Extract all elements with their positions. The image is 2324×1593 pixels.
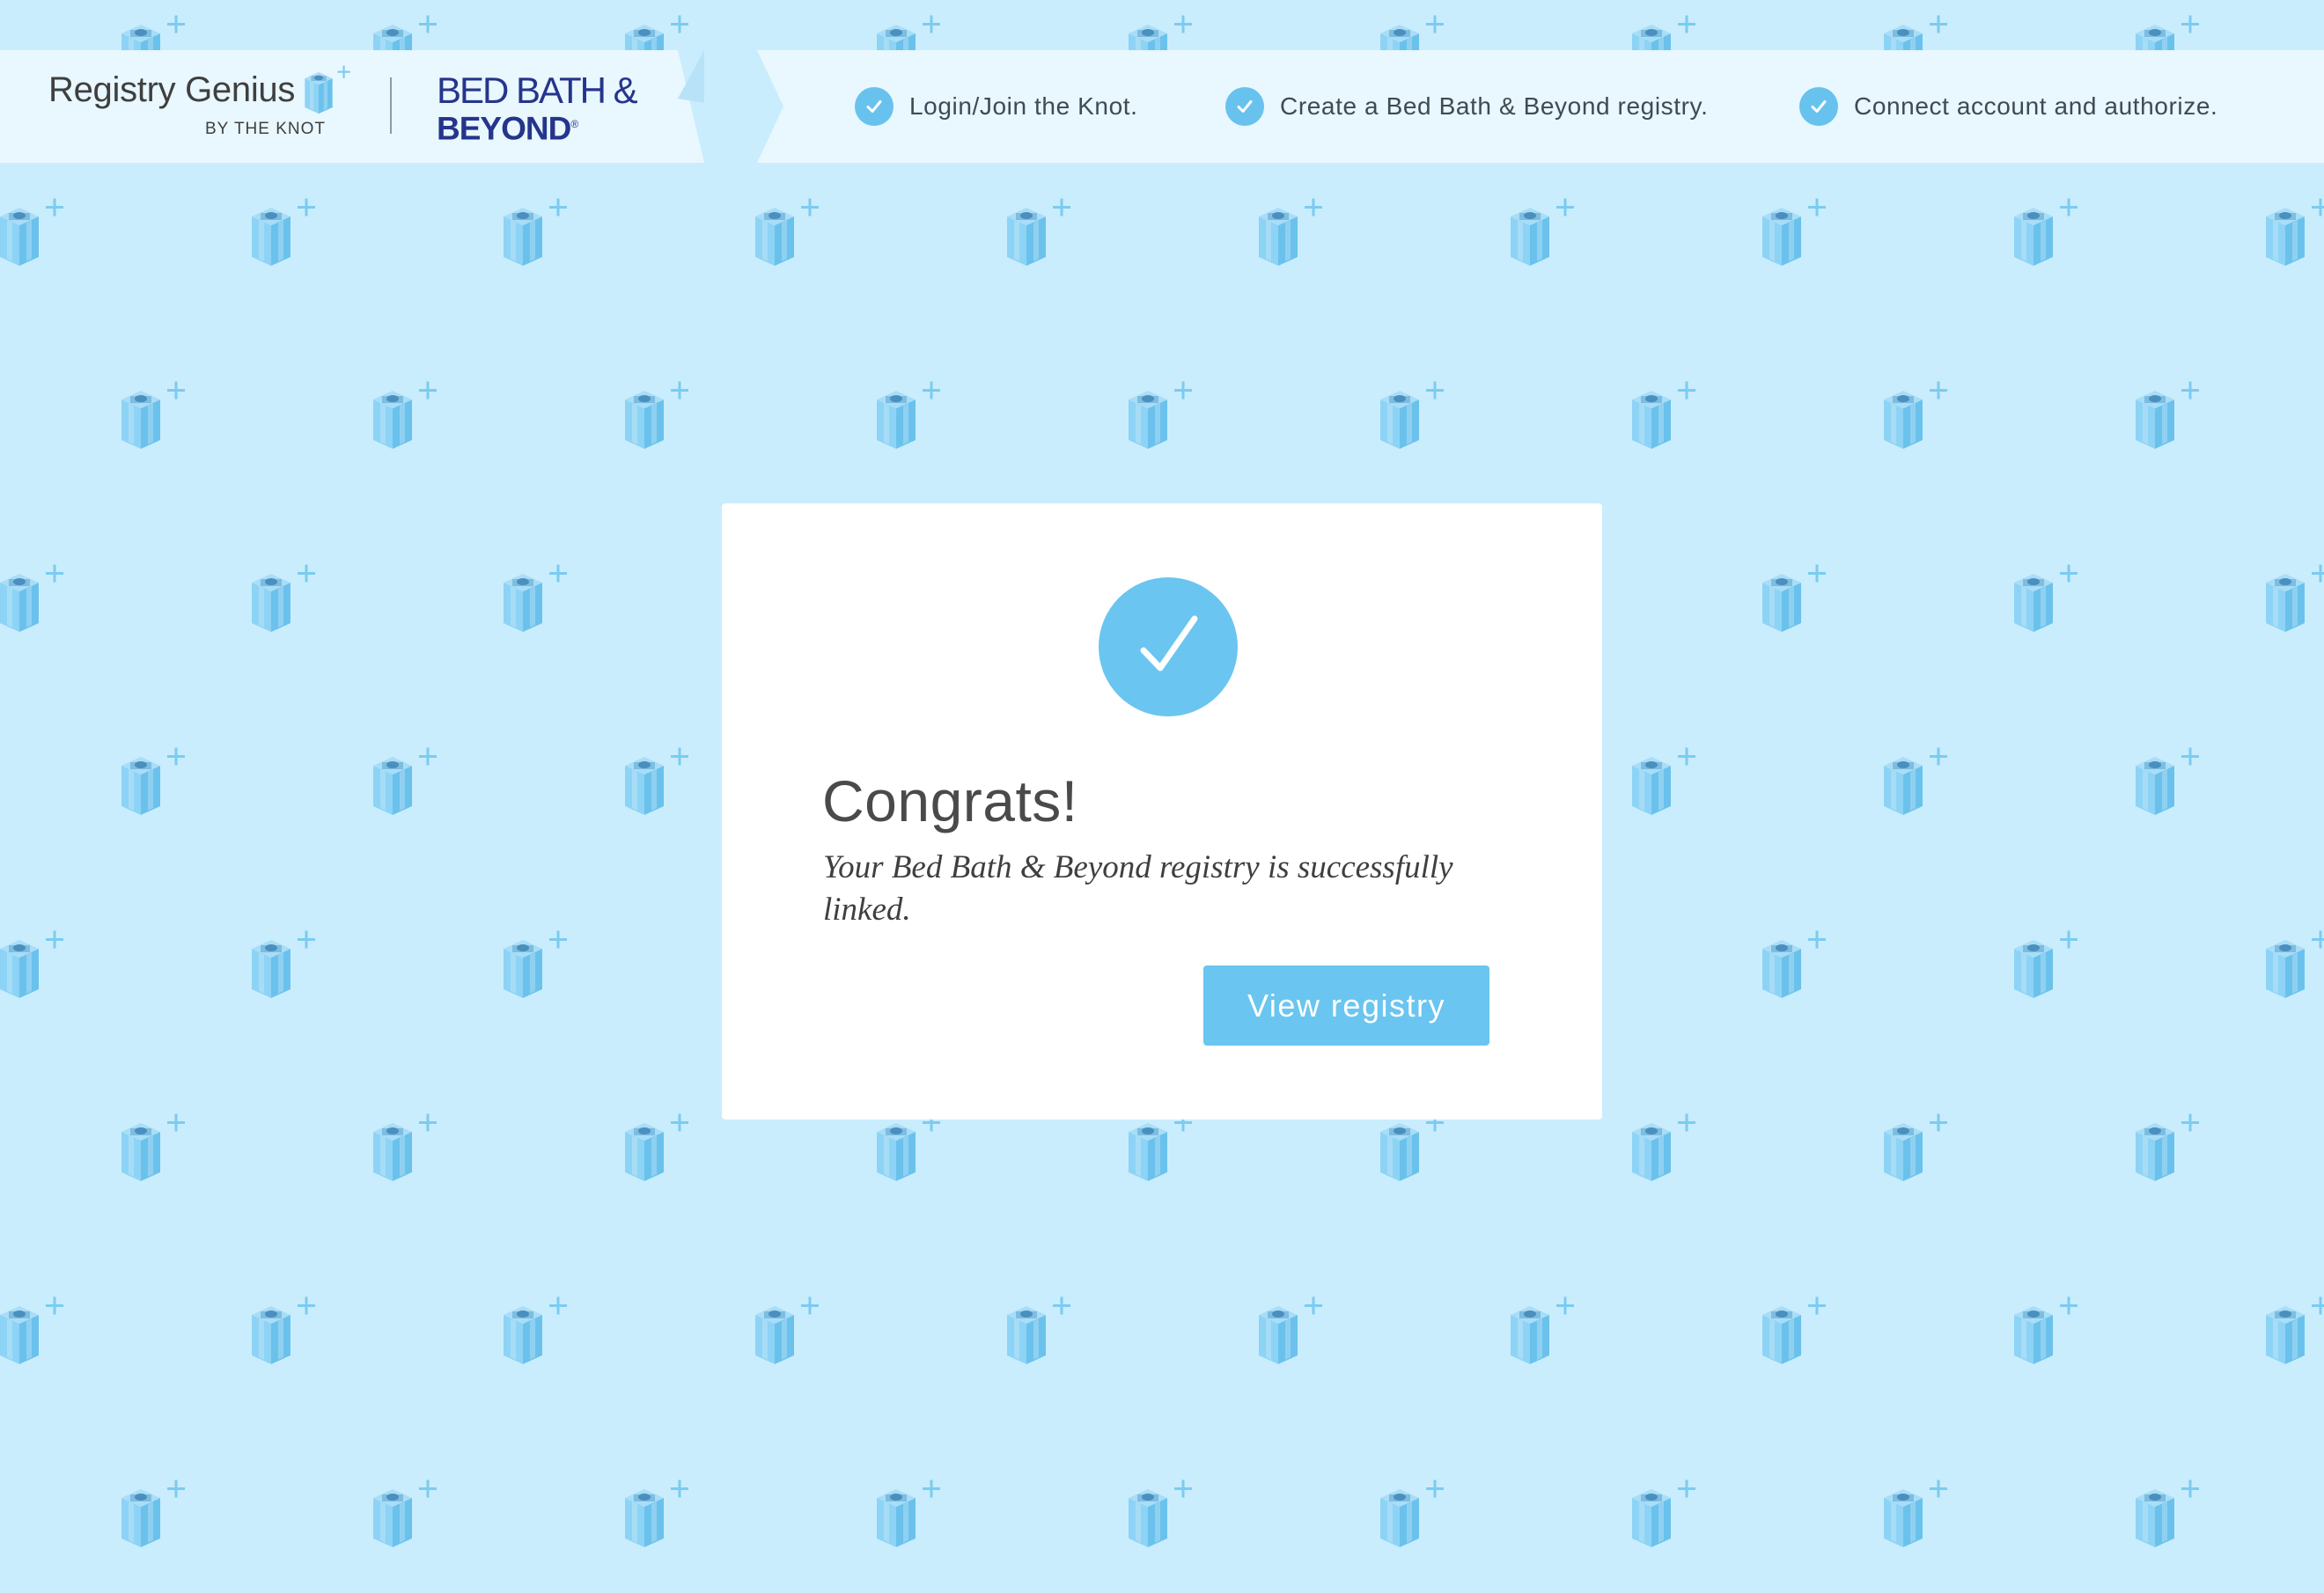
gift-box-plus-icon	[1380, 1113, 1444, 1181]
bed-bath-beyond-logo[interactable]: BED BATH & BEYOND®	[437, 70, 638, 147]
gift-box-plus-icon	[297, 63, 358, 121]
partner-logo-line1: BED BATH &	[437, 70, 638, 111]
gift-box-plus-icon	[877, 1113, 940, 1181]
logo-divider	[390, 77, 392, 134]
gift-box-plus-icon	[373, 1113, 437, 1181]
gift-box-plus-icon	[2266, 930, 2324, 998]
gift-box-plus-icon	[373, 1479, 437, 1547]
gift-box-plus-icon	[1884, 1113, 1947, 1181]
dialog-message: Your Bed Bath & Beyond registry is succe…	[823, 849, 1453, 928]
gift-box-plus-icon	[1884, 747, 1947, 815]
gift-box-plus-icon	[2014, 198, 2078, 266]
registry-genius-logo[interactable]: Registry Genius BY THE KNOT	[48, 65, 350, 138]
gift-box-plus-icon	[1511, 1296, 1574, 1364]
gift-box-plus-icon	[1007, 1296, 1070, 1364]
gift-box-plus-icon	[1511, 198, 1574, 266]
gift-box-plus-icon	[2266, 1296, 2324, 1364]
gift-box-plus-icon	[1129, 1479, 1192, 1547]
gift-box-plus-icon	[755, 198, 819, 266]
gift-box-plus-icon	[252, 564, 315, 632]
gift-box-plus-icon	[121, 1113, 185, 1181]
gift-box-plus-icon	[2014, 564, 2078, 632]
gift-box-plus-icon	[1762, 1296, 1826, 1364]
gift-box-plus-icon	[1762, 198, 1826, 266]
success-dialog: Congrats! Your Bed Bath & Beyond registr…	[722, 503, 1602, 1120]
gift-box-plus-icon	[0, 930, 63, 998]
step-login: Login/Join the Knot.	[855, 87, 1138, 126]
gift-box-plus-icon	[121, 1479, 185, 1547]
gift-box-plus-icon	[2266, 198, 2324, 266]
brand-byline: BY THE KNOT	[205, 120, 326, 138]
gift-box-plus-icon	[1129, 1113, 1192, 1181]
gift-box-plus-icon	[0, 1296, 63, 1364]
gift-box-plus-icon	[625, 381, 688, 449]
brand-name: Registry Genius	[48, 70, 296, 109]
gift-box-plus-icon	[755, 1296, 819, 1364]
gift-box-plus-icon	[2136, 1479, 2199, 1547]
partner-logo-line2: BEYOND®	[437, 110, 578, 147]
gift-box-plus-icon	[252, 198, 315, 266]
step-connect-account: Connect account and authorize.	[1799, 87, 2217, 126]
gift-box-plus-icon	[2136, 1113, 2199, 1181]
gift-box-plus-icon	[1762, 930, 1826, 998]
gift-box-plus-icon	[1380, 1479, 1444, 1547]
gift-box-plus-icon	[625, 1479, 688, 1547]
gift-box-plus-icon	[0, 564, 63, 632]
gift-box-plus-icon	[1259, 1296, 1322, 1364]
gift-box-plus-icon	[121, 381, 185, 449]
gift-box-plus-icon	[625, 1113, 688, 1181]
gift-box-plus-icon	[373, 381, 437, 449]
gift-box-plus-icon	[1259, 198, 1322, 266]
success-check-icon	[1099, 577, 1238, 716]
gift-box-plus-icon	[373, 747, 437, 815]
dialog-title: Congrats!	[822, 768, 1078, 833]
gift-box-plus-icon	[504, 198, 567, 266]
gift-box-plus-icon	[2136, 381, 2199, 449]
gift-box-plus-icon	[1632, 747, 1695, 815]
gift-box-plus-icon	[1632, 1113, 1695, 1181]
registered-mark: ®	[570, 118, 578, 130]
gift-box-plus-icon	[0, 198, 63, 266]
gift-box-plus-icon	[1007, 198, 1070, 266]
check-circle-icon	[1799, 87, 1838, 126]
gift-box-plus-icon	[121, 747, 185, 815]
view-registry-button[interactable]: View registry	[1203, 965, 1489, 1046]
gift-box-plus-icon	[1129, 381, 1192, 449]
step-label: Create a Bed Bath & Beyond registry.	[1280, 92, 1709, 120]
gift-box-plus-icon	[1884, 1479, 1947, 1547]
step-create-registry: Create a Bed Bath & Beyond registry.	[1225, 87, 1708, 126]
gift-box-plus-icon	[504, 1296, 567, 1364]
gift-box-plus-icon	[877, 381, 940, 449]
gift-box-plus-icon	[2014, 1296, 2078, 1364]
gift-box-plus-icon	[2014, 930, 2078, 998]
gift-box-plus-icon	[1380, 381, 1444, 449]
gift-box-plus-icon	[504, 564, 567, 632]
gift-box-plus-icon	[625, 747, 688, 815]
step-label: Connect account and authorize.	[1854, 92, 2218, 120]
gift-box-plus-icon	[252, 930, 315, 998]
gift-box-plus-icon	[2266, 564, 2324, 632]
gift-box-plus-icon	[1632, 381, 1695, 449]
gift-box-plus-icon	[1884, 381, 1947, 449]
gift-box-plus-icon	[2136, 747, 2199, 815]
gift-box-plus-icon	[504, 930, 567, 998]
check-circle-icon	[1225, 87, 1264, 126]
gift-box-plus-icon	[1632, 1479, 1695, 1547]
step-label: Login/Join the Knot.	[909, 92, 1138, 120]
gift-box-plus-icon	[1762, 564, 1826, 632]
gift-box-plus-icon	[877, 1479, 940, 1547]
gift-box-plus-icon	[252, 1296, 315, 1364]
check-circle-icon	[855, 87, 894, 126]
